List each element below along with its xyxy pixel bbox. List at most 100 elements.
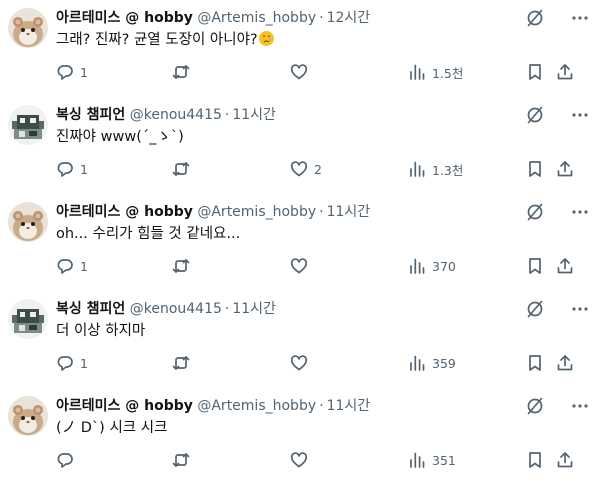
avatar[interactable] (8, 202, 48, 242)
views-button[interactable]: 370 (408, 255, 456, 277)
avatar[interactable] (8, 299, 48, 339)
grok-icon[interactable] (526, 106, 544, 124)
timestamp[interactable]: 11시간 (232, 301, 276, 317)
reply-button[interactable]: 1 (56, 255, 88, 277)
timestamp[interactable]: 12시간 (327, 10, 371, 26)
views-count: 359 (432, 355, 456, 371)
author-handle[interactable]: @kenou4415 (130, 107, 222, 123)
tweet-text: 그래? 진짜? 균열 도장이 아니야? (56, 30, 275, 50)
bookmark-button[interactable] (526, 158, 544, 180)
tweet-header: 아르테미스 @ hobby @Artemis_hobby · 12시간 (56, 8, 370, 28)
action-bar: 1 1.5천 (0, 61, 608, 83)
tweet-header: 복싱 챔피언 @kenou4415 · 11시간 (56, 299, 276, 319)
author-name[interactable]: 아르테미스 @ hobby (56, 10, 193, 26)
pixel-robot-avatar-icon (8, 299, 48, 339)
tweet[interactable]: 아르테미스 @ hobby @Artemis_hobby · 11시간 (ノ D`)… (0, 388, 608, 485)
retweet-button[interactable] (172, 158, 196, 180)
tweet-header: 복싱 챔피언 @kenou4415 · 11시간 (56, 105, 276, 125)
more-icon[interactable] (570, 8, 590, 28)
reply-button[interactable]: 1 (56, 158, 88, 180)
grok-icon[interactable] (526, 397, 544, 415)
tweet-text: (ノ D`) 시크 시크 (56, 418, 167, 438)
like-button[interactable] (290, 255, 314, 277)
author-name[interactable]: 복싱 챔피언 (56, 301, 125, 317)
hamster-avatar-icon (8, 202, 48, 242)
more-icon[interactable] (570, 202, 590, 222)
separator-dot: · (224, 301, 230, 317)
reply-button[interactable] (56, 449, 80, 471)
like-icon (290, 258, 308, 274)
tweet-text-content: 그래? 진짜? 균열 도장이 아니야? (56, 32, 258, 48)
bookmark-icon (529, 258, 541, 274)
bookmark-button[interactable] (526, 61, 544, 83)
views-button[interactable]: 351 (408, 449, 456, 471)
like-button[interactable] (290, 352, 314, 374)
grok-icon[interactable] (526, 300, 544, 318)
timestamp[interactable]: 11시간 (327, 398, 371, 414)
bookmark-button[interactable] (526, 352, 544, 374)
pixel-robot-avatar-icon (8, 105, 48, 145)
author-handle[interactable]: @kenou4415 (130, 301, 222, 317)
share-button[interactable] (556, 449, 574, 471)
retweet-button[interactable] (172, 255, 196, 277)
action-bar: 351 (0, 449, 608, 471)
avatar[interactable] (8, 396, 48, 436)
tweet[interactable]: 복싱 챔피언 @kenou4415 · 11시간 더 이상 하지마 1 359 (0, 291, 608, 388)
share-icon (557, 161, 573, 177)
author-name[interactable]: 복싱 챔피언 (56, 107, 125, 123)
views-icon (410, 452, 425, 468)
grok-icon[interactable] (526, 9, 544, 27)
tweet-text-content: oh... 수리가 힘들 것 같네요... (56, 226, 241, 242)
share-icon (557, 64, 573, 80)
more-icon[interactable] (570, 105, 590, 125)
share-button[interactable] (556, 61, 574, 83)
views-icon (410, 161, 425, 177)
like-button[interactable]: 2 (290, 158, 322, 180)
tweet[interactable]: 복싱 챔피언 @kenou4415 · 11시간 진짜야 www(´_ゝ`) 1 2 (0, 97, 608, 194)
tweet-text-content: 더 이상 하지마 (56, 323, 146, 339)
reply-icon (57, 453, 73, 468)
views-button[interactable]: 1.5천 (408, 61, 463, 83)
more-icon[interactable] (570, 396, 590, 416)
tweet-text-content: (ノ D`) 시크 시크 (56, 420, 168, 436)
author-handle[interactable]: @Artemis_hobby (197, 398, 316, 414)
tweet-header: 아르테미스 @ hobby @Artemis_hobby · 11시간 (56, 202, 370, 222)
like-icon (290, 161, 308, 177)
more-icon[interactable] (570, 299, 590, 319)
like-button[interactable] (290, 61, 314, 83)
grok-icon[interactable] (526, 203, 544, 221)
author-handle[interactable]: @Artemis_hobby (197, 10, 316, 26)
reply-button[interactable]: 1 (56, 352, 88, 374)
bookmark-button[interactable] (526, 449, 544, 471)
avatar[interactable] (8, 8, 48, 48)
tweet[interactable]: 아르테미스 @ hobby @Artemis_hobby · 11시간 oh... … (0, 194, 608, 291)
author-handle[interactable]: @Artemis_hobby (197, 204, 316, 220)
reply-button[interactable]: 1 (56, 61, 88, 83)
retweet-button[interactable] (172, 352, 196, 374)
share-button[interactable] (556, 158, 574, 180)
author-name[interactable]: 아르테미스 @ hobby (56, 398, 193, 414)
timestamp[interactable]: 11시간 (327, 204, 371, 220)
like-icon (290, 64, 308, 80)
share-button[interactable] (556, 352, 574, 374)
share-button[interactable] (556, 255, 574, 277)
retweet-button[interactable] (172, 61, 196, 83)
views-button[interactable]: 359 (408, 352, 456, 374)
bookmark-button[interactable] (526, 255, 544, 277)
like-button[interactable] (290, 449, 314, 471)
views-icon (410, 258, 425, 274)
retweet-icon (172, 453, 190, 467)
bookmark-icon (529, 64, 541, 80)
bookmark-icon (529, 355, 541, 371)
views-count: 370 (432, 258, 456, 274)
tweet[interactable]: 아르테미스 @ hobby @Artemis_hobby · 12시간 그래? 진짜… (0, 0, 608, 97)
reply-icon (57, 162, 73, 177)
views-button[interactable]: 1.3천 (408, 158, 463, 180)
separator-dot: · (319, 10, 324, 26)
retweet-icon (172, 259, 190, 273)
retweet-button[interactable] (172, 449, 196, 471)
author-name[interactable]: 아르테미스 @ hobby (56, 204, 193, 220)
timestamp[interactable]: 11시간 (232, 107, 276, 123)
like-icon (290, 355, 308, 371)
avatar[interactable] (8, 105, 48, 145)
